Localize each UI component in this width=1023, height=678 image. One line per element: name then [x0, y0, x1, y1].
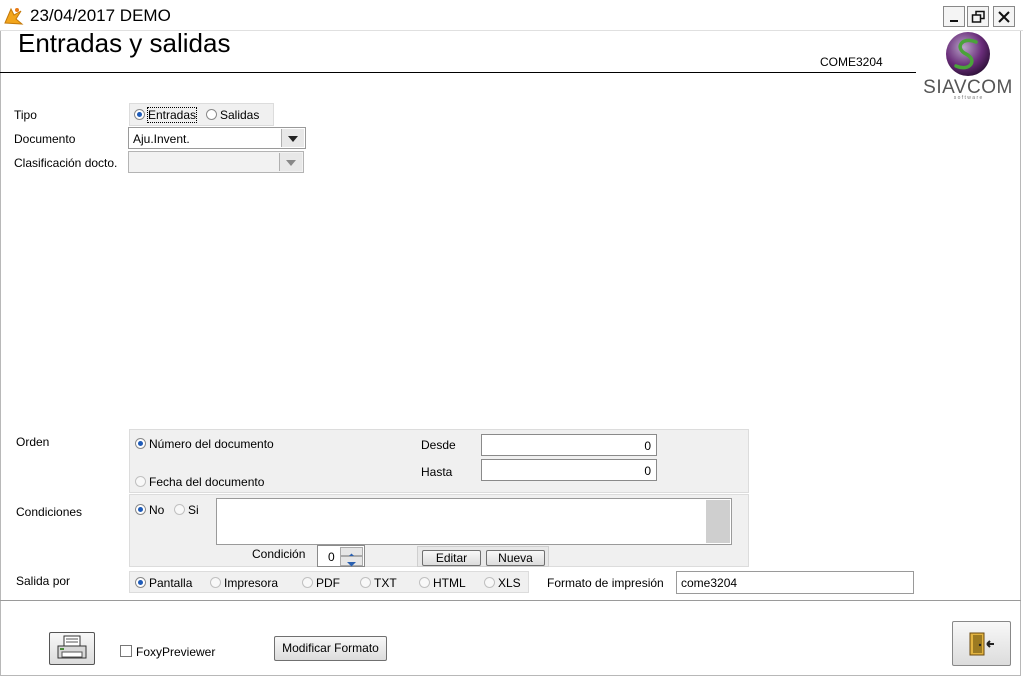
desde-label: Desde	[421, 438, 456, 452]
clasificacion-select[interactable]	[128, 151, 304, 173]
hasta-value: 0	[644, 464, 651, 478]
foxy-label: FoxyPreviewer	[136, 645, 216, 659]
restore-button[interactable]	[967, 6, 989, 27]
salida-pdf-radio[interactable]: PDF	[302, 576, 340, 590]
formato-value: come3204	[681, 576, 738, 590]
tipo-label: Tipo	[14, 108, 37, 122]
salida-impresora-label: Impresora	[224, 576, 279, 590]
foxy-checkbox[interactable]	[120, 645, 132, 657]
salida-impresora-radio[interactable]: Impresora	[210, 576, 278, 590]
tipo-entradas-label: Entradas	[146, 107, 198, 123]
orden-numero-radio[interactable]: Número del documento	[135, 437, 274, 451]
condiciones-no-label: No	[149, 503, 165, 517]
orden-label: Orden	[16, 435, 50, 449]
orden-numero-label: Número del documento	[149, 437, 274, 451]
salida-xls-label: XLS	[498, 576, 521, 590]
stepper-down-button[interactable]	[340, 556, 363, 567]
salida-pdf-label: PDF	[316, 576, 340, 590]
tipo-salidas-label: Salidas	[220, 108, 260, 122]
salida-option-group: Pantalla Impresora PDF TXT HTML XLS	[129, 571, 529, 593]
salida-txt-label: TXT	[374, 576, 397, 590]
chevron-down-icon[interactable]	[279, 153, 302, 171]
condicion-label: Condición	[252, 547, 306, 561]
tipo-option-group: Entradas Salidas	[129, 103, 274, 126]
window-title: 23/04/2017 DEMO	[30, 6, 171, 25]
page-title: Entradas y salidas	[18, 28, 231, 58]
condicion-value: 0	[328, 550, 335, 564]
nueva-button[interactable]: Nueva	[486, 550, 545, 566]
salida-label: Salida por	[16, 574, 71, 588]
editar-button[interactable]: Editar	[422, 550, 481, 566]
tipo-entradas-radio[interactable]: Entradas	[134, 107, 198, 123]
condiciones-buttons-group: Editar Nueva	[417, 546, 549, 567]
restore-icon	[971, 10, 985, 23]
hasta-input[interactable]: 0	[481, 459, 657, 481]
condiciones-si-radio[interactable]: Si	[174, 503, 199, 517]
footer-divider	[0, 600, 1021, 601]
close-icon	[998, 11, 1010, 23]
documento-value: Aju.Invent.	[133, 132, 190, 146]
chevron-down-icon[interactable]	[281, 129, 304, 147]
formato-input[interactable]: come3204	[676, 571, 914, 594]
orden-panel: Número del documento Fecha del documento…	[129, 429, 749, 493]
form-code: COME3204	[820, 55, 883, 69]
orden-fecha-label: Fecha del documento	[149, 475, 265, 489]
logo-subtext: s o f t w a r e	[953, 95, 983, 101]
tipo-salidas-radio[interactable]: Salidas	[206, 108, 259, 122]
salida-xls-radio[interactable]: XLS	[484, 576, 521, 590]
title-bar: 23/04/2017 DEMO	[0, 0, 1023, 31]
condiciones-label: Condiciones	[16, 505, 83, 519]
condiciones-textarea[interactable]	[216, 498, 732, 545]
salida-html-radio[interactable]: HTML	[419, 576, 466, 590]
desde-input[interactable]: 0	[481, 434, 657, 456]
condiciones-no-radio[interactable]: No	[135, 503, 164, 517]
minimize-icon	[950, 20, 958, 22]
hasta-label: Hasta	[421, 465, 453, 479]
condiciones-si-label: Si	[188, 503, 199, 517]
desde-value: 0	[644, 439, 651, 453]
condiciones-panel: No Si Condición 0 Editar Nueva	[129, 494, 749, 567]
clasificacion-label: Clasificación docto.	[14, 156, 118, 170]
salida-txt-radio[interactable]: TXT	[360, 576, 397, 590]
stepper-up-button[interactable]	[340, 547, 363, 558]
exit-door-icon	[969, 632, 994, 656]
modificar-formato-button[interactable]: Modificar Formato	[274, 636, 387, 661]
orden-fecha-radio[interactable]: Fecha del documento	[135, 475, 264, 489]
salida-html-label: HTML	[433, 576, 466, 590]
documento-select[interactable]: Aju.Invent.	[128, 127, 306, 149]
minimize-button[interactable]	[943, 6, 965, 27]
formato-label: Formato de impresión	[547, 576, 664, 590]
chevron-down-icon	[347, 562, 356, 567]
siavcom-logo: SIAVCOM s o f t w a r e	[922, 32, 1014, 101]
exit-button[interactable]	[952, 621, 1011, 666]
app-icon[interactable]	[2, 5, 24, 27]
documento-label: Documento	[14, 132, 76, 146]
printer-icon	[57, 635, 87, 659]
close-button[interactable]	[993, 6, 1015, 27]
print-button[interactable]	[49, 632, 95, 665]
condicion-stepper[interactable]: 0	[317, 545, 365, 567]
condiciones-scrollbar[interactable]	[706, 500, 730, 543]
salida-pantalla-radio[interactable]: Pantalla	[135, 576, 192, 590]
salida-pantalla-label: Pantalla	[149, 576, 193, 590]
header-divider	[0, 72, 916, 73]
